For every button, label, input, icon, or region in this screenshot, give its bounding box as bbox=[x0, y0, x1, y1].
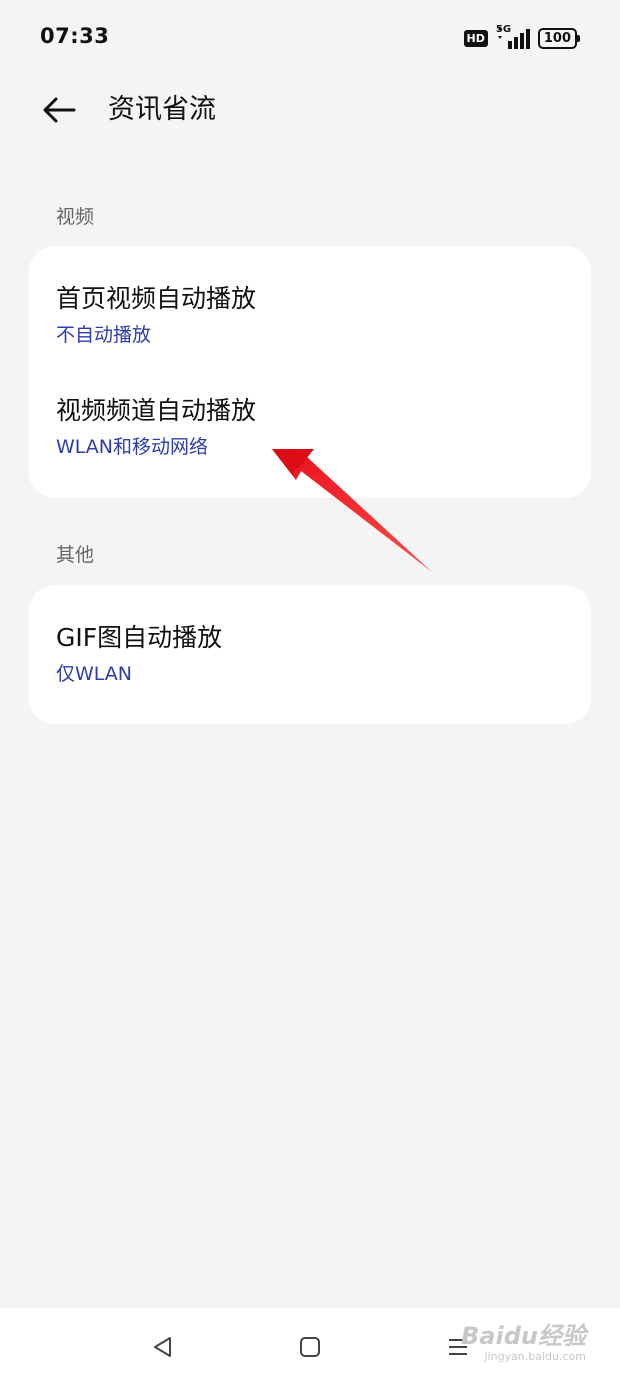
watermark-url: jingyan.baidu.com bbox=[484, 1350, 586, 1363]
setting-value: WLAN和移动网络 bbox=[56, 436, 209, 458]
watermark-brand: Baidu经验 bbox=[461, 1322, 586, 1350]
watermark: Baidu经验 jingyan.baidu.com bbox=[461, 1322, 586, 1364]
status-time: 07:33 bbox=[40, 24, 110, 48]
triangle-back-icon bbox=[154, 1337, 171, 1357]
section-label-other: 其他 bbox=[56, 544, 95, 566]
setting-title: GIF图自动播放 bbox=[56, 623, 223, 652]
square-home-icon bbox=[300, 1337, 320, 1357]
status-icons: HD 5G 100 bbox=[463, 24, 580, 50]
status-bar: 07:33 HD 5G 100 bbox=[0, 0, 620, 76]
hd-badge: HD bbox=[463, 29, 488, 47]
settings-card-video: 首页视频自动播放 不自动播放 视频频道自动播放 WLAN和移动网络 bbox=[29, 246, 591, 498]
page-title: 资讯省流 bbox=[108, 94, 216, 125]
setting-title: 视频频道自动播放 bbox=[56, 396, 257, 425]
setting-title: 首页视频自动播放 bbox=[56, 284, 257, 313]
navigation-bar: Baidu经验 jingyan.baidu.com bbox=[0, 1308, 620, 1386]
setting-value: 仅WLAN bbox=[56, 663, 133, 685]
settings-card-other: GIF图自动播放 仅WLAN bbox=[29, 585, 591, 724]
nav-back-button[interactable] bbox=[142, 1328, 182, 1366]
section-label-video: 视频 bbox=[56, 206, 95, 228]
setting-row-video-channel-autoplay[interactable]: 视频频道自动播放 WLAN和移动网络 bbox=[56, 394, 564, 460]
battery-icon: 100 bbox=[537, 27, 580, 49]
setting-row-homepage-video-autoplay[interactable]: 首页视频自动播放 不自动播放 bbox=[56, 282, 564, 348]
app-bar: 资讯省流 bbox=[0, 76, 620, 146]
nav-home-button[interactable] bbox=[290, 1328, 330, 1366]
arrow-left-icon bbox=[43, 97, 76, 123]
signal-icon: 5G bbox=[496, 24, 530, 49]
setting-row-gif-autoplay[interactable]: GIF图自动播放 仅WLAN bbox=[56, 621, 564, 687]
back-button[interactable] bbox=[36, 90, 82, 130]
setting-value: 不自动播放 bbox=[56, 324, 152, 346]
battery-tip bbox=[577, 34, 580, 42]
battery-level: 100 bbox=[537, 27, 577, 49]
